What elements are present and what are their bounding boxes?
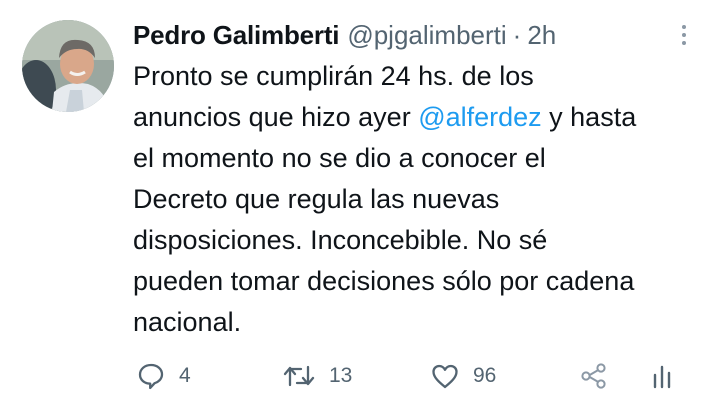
- text-segment: anuncios que hizo ayer: [133, 102, 419, 132]
- analytics-button[interactable]: [650, 356, 674, 396]
- tweet[interactable]: Pedro Galimberti @pjgalimberti · 2h Pron…: [0, 0, 720, 409]
- separator-dot: ·: [512, 20, 522, 50]
- share-icon: [579, 361, 609, 391]
- tweet-line: Pronto se cumplirán 24 hs. de los: [133, 61, 534, 91]
- bar-chart-icon: [650, 361, 674, 391]
- like-count: 96: [473, 364, 497, 387]
- retweet-count: 13: [329, 364, 353, 387]
- tweet-line: anuncios que hizo ayer @alferdez y hasta: [133, 97, 708, 138]
- user-handle[interactable]: @pjgalimberti: [347, 18, 506, 52]
- speech-bubble-icon: [136, 361, 166, 391]
- mention-link[interactable]: @alferdez: [418, 102, 541, 132]
- timestamp[interactable]: 2h: [527, 18, 556, 52]
- tweet-line: pueden tomar decisiones sólo por cadena: [133, 266, 635, 296]
- display-name[interactable]: Pedro Galimberti: [133, 18, 340, 52]
- tweet-line: disposiciones. Inconcebible. No sé: [133, 225, 548, 255]
- avatar[interactable]: [22, 20, 114, 112]
- tweet-line: el momento no se dio a conocer el: [133, 143, 546, 173]
- tweet-line: Decreto que regula las nuevas: [133, 184, 500, 214]
- heart-outline-icon: [430, 361, 460, 391]
- reply-button[interactable]: 4: [136, 356, 191, 396]
- tweet-header: Pedro Galimberti @pjgalimberti · 2h: [133, 18, 556, 52]
- tweet-text: Pronto se cumplirán 24 hs. de los anunci…: [133, 56, 708, 343]
- more-options-button[interactable]: [672, 22, 696, 48]
- text-segment: y hasta: [541, 102, 637, 132]
- share-button[interactable]: [579, 356, 609, 396]
- reply-count: 4: [179, 364, 191, 387]
- vertical-ellipsis-icon: [682, 25, 686, 29]
- retweet-button[interactable]: 13: [282, 356, 352, 396]
- retweet-arrows-icon: [282, 361, 316, 391]
- action-bar: 4 13 96: [0, 356, 720, 396]
- tweet-line: nacional.: [133, 307, 242, 337]
- like-button[interactable]: 96: [430, 356, 496, 396]
